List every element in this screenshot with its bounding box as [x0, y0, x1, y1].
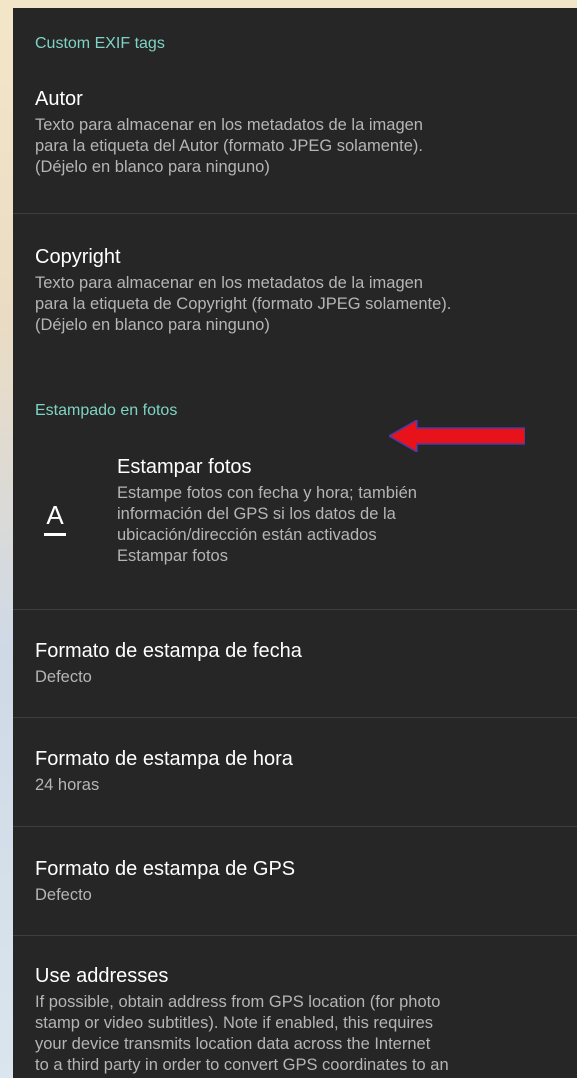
pref-fecha-summary: Defecto [35, 668, 92, 686]
pref-formato-gps[interactable]: Formato de estampa de GPS Defecto [13, 858, 305, 906]
settings-panel: Custom EXIF tags Autor Texto para almace… [13, 8, 577, 1078]
pref-autor[interactable]: Autor Texto para almacenar en los metada… [13, 88, 433, 178]
pref-estampar-fotos[interactable]: A Estampar fotos Estampe fotos con fecha… [13, 456, 577, 596]
pref-fecha-title: Formato de estampa de fecha [35, 640, 302, 662]
pref-gps-summary: Defecto [35, 886, 92, 904]
divider [13, 826, 577, 827]
pref-estampar-summary: Estampe fotos con fecha y hora; también … [117, 484, 417, 565]
pref-copyright[interactable]: Copyright Texto para almacenar en los me… [13, 246, 461, 336]
divider [13, 609, 577, 610]
pref-addresses-summary: If possible, obtain address from GPS loc… [35, 993, 449, 1074]
divider [13, 213, 577, 214]
text-format-icon: A [35, 500, 75, 540]
pref-estampar-title: Estampar fotos [117, 456, 252, 478]
pref-autor-summary: Texto para almacenar en los metadatos de… [35, 116, 423, 176]
category-header-exif: Custom EXIF tags [35, 35, 165, 52]
pref-copyright-summary: Texto para almacenar en los metadatos de… [35, 274, 452, 334]
divider [13, 935, 577, 936]
category-header-stamp: Estampado en fotos [35, 402, 178, 419]
red-arrow-annotation-icon [389, 420, 525, 452]
pref-formato-fecha[interactable]: Formato de estampa de fecha Defecto [13, 640, 312, 688]
pref-hora-summary: 24 horas [35, 776, 100, 794]
pref-autor-title: Autor [35, 88, 83, 110]
pref-addresses-title: Use addresses [35, 965, 169, 987]
pref-copyright-title: Copyright [35, 246, 121, 268]
pref-hora-title: Formato de estampa de hora [35, 748, 293, 770]
pref-gps-title: Formato de estampa de GPS [35, 858, 296, 880]
divider [13, 717, 577, 718]
pref-formato-hora[interactable]: Formato de estampa de hora 24 horas [13, 748, 303, 796]
pref-use-addresses[interactable]: Use addresses If possible, obtain addres… [13, 965, 459, 1076]
